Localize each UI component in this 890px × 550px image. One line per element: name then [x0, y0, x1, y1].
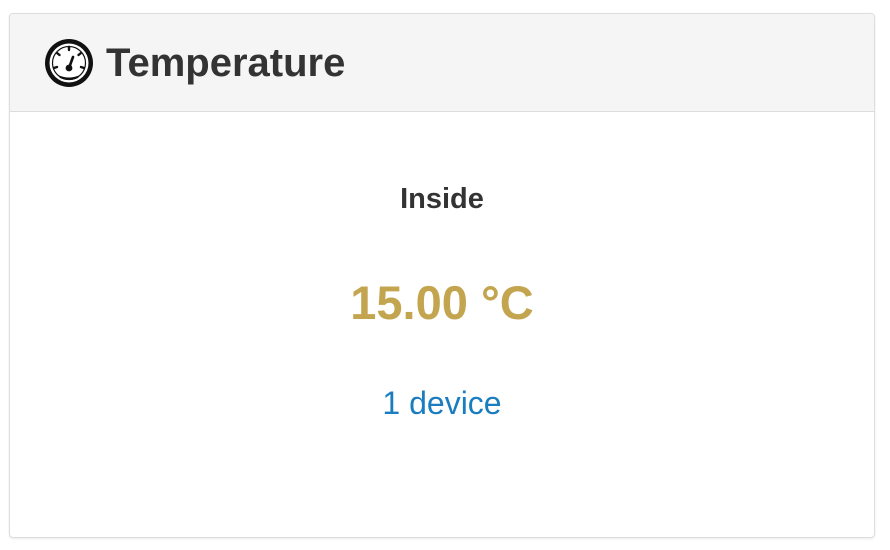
temperature-value: 15.00 °C: [350, 276, 534, 329]
panel-heading: Temperature: [10, 14, 874, 112]
device-count-label[interactable]: 1 device: [382, 385, 501, 421]
panel-title: Temperature: [106, 40, 346, 85]
gauge-icon: [43, 37, 95, 89]
device-count-link[interactable]: 1 device: [10, 385, 874, 422]
location-label: Inside: [400, 183, 484, 215]
panel-body: Inside 15.00 °C 1 device: [10, 112, 874, 537]
temperature-panel: Temperature Inside 15.00 °C 1 device: [9, 13, 875, 538]
